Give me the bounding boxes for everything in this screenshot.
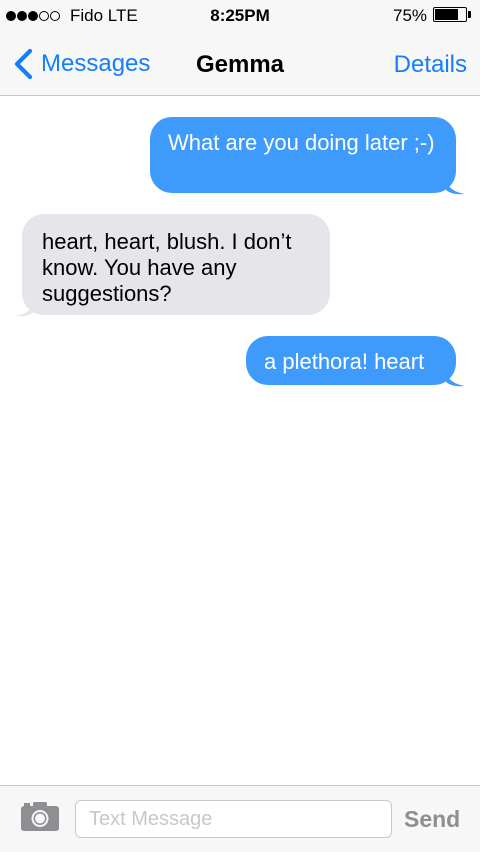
chevron-left-icon xyxy=(14,48,33,80)
message-text: a plethora! heart xyxy=(264,349,425,374)
battery-icon xyxy=(433,7,467,22)
message-input-bar: Send xyxy=(0,785,480,852)
back-label: Messages xyxy=(41,50,151,77)
status-bar: Fido LTE 8:25PM 75% xyxy=(0,0,480,34)
message-text: heart, heart, blush. I don’t know. You h… xyxy=(42,229,292,306)
bubble-tail xyxy=(445,177,465,195)
camera-icon[interactable] xyxy=(20,800,60,832)
message-thread[interactable]: What are you doing later ;-) heart, hear… xyxy=(0,97,480,785)
bubble-tail xyxy=(15,299,35,317)
back-button[interactable]: Messages xyxy=(12,47,150,81)
battery-percentage: 75% xyxy=(393,6,428,25)
incoming-message-bubble[interactable]: heart, heart, blush. I don’t know. You h… xyxy=(22,214,330,315)
send-button[interactable]: Send xyxy=(404,806,460,833)
bubble-tail xyxy=(445,369,465,387)
message-text-field[interactable] xyxy=(75,800,392,838)
battery-fill xyxy=(435,9,458,20)
details-button[interactable]: Details xyxy=(394,51,467,79)
outgoing-message-bubble[interactable]: What are you doing later ;-) xyxy=(150,117,456,193)
navigation-bar: Messages Gemma Details xyxy=(0,34,480,96)
message-text: What are you doing later ;-) xyxy=(168,130,435,155)
battery-tip xyxy=(468,11,471,18)
outgoing-message-bubble[interactable]: a plethora! heart xyxy=(246,336,456,385)
